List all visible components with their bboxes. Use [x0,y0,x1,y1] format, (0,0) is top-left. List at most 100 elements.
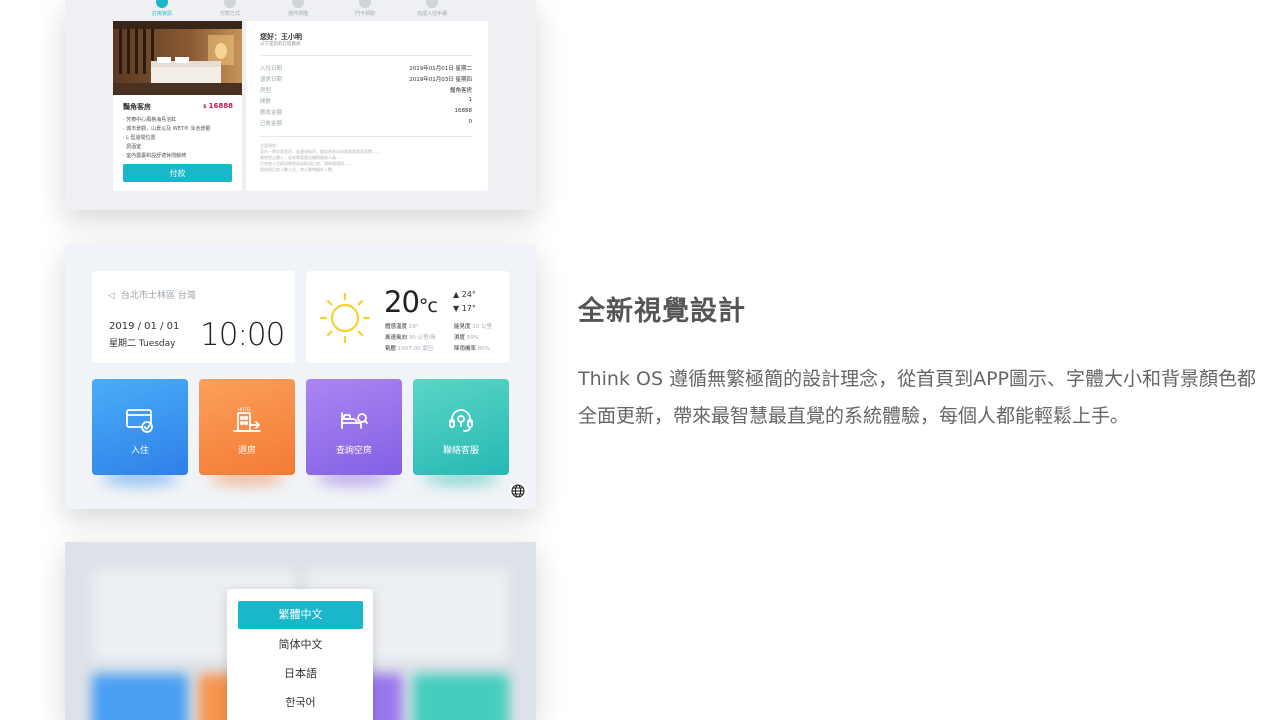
stat-label: 降雨機率 [454,346,477,352]
detail-label: 已收金額 [260,121,283,127]
location-arrow-icon: ◁ [108,291,115,301]
detail-label: 房型 [260,88,272,94]
tile-label: 退房 [237,446,256,456]
language-option-ja[interactable]: 日本語 [238,660,363,688]
divider [260,55,472,56]
stat-value: 1007.00 毫巴 [397,346,434,352]
stat-value: 80% [477,346,490,352]
room-photo [113,21,242,95]
list-item: · 調酒室 [123,144,142,150]
blurred-tile [413,674,509,720]
location-label: ◁ 台北市士林區 台灣 [108,288,196,301]
pay-button[interactable]: 付款 [123,164,232,182]
detail-label: 入住日期 [260,66,283,72]
temp-low: ▼ 17° [453,304,476,313]
detail-label: 應收金額 [260,110,283,116]
stat-label: 風速風向 [385,335,408,341]
language-option-zh-hant[interactable]: 繁體中文 [238,601,363,629]
detail-label: 退房日期 [260,77,283,83]
stat-label: 能見度 [454,324,471,330]
step-label: 付款方式 [219,11,240,17]
bed-search-icon [341,412,368,429]
detail-row: 入住日期 2019年01月01日 星期二 [260,64,472,75]
step-label: 門卡領取 [354,11,375,17]
temperature-value: 20 [384,285,420,319]
list-item: · 城市景觀，山景以及 WET® 泳池景觀 [123,126,211,132]
temp-high: ▲ 24° [453,290,476,299]
card-checkin-icon [126,409,153,433]
detail-row: 應收金額 16888 [260,108,472,119]
feature-description: Think OS 遵循無繁極簡的設計理念，從首頁到APP圖示、字體大小和背景顏色… [578,368,1256,427]
location-text: 台北市士林區 台灣 [120,291,196,301]
notice-line: 請依照訂房人數入住，禁止攜帶額外人數。 [260,167,336,172]
detail-value: 1 [468,97,473,103]
weather-stat: 氣壓 1007.00 毫巴 [385,344,433,352]
room-feature-list: · 芳療中心風格海島浴缸 · 城市景觀，山景以及 WET® 泳池景觀 · L 型… [123,116,238,161]
detail-value: 0 [468,119,473,125]
price-value: 16888 [208,102,233,110]
detail-label: 間數 [260,99,272,105]
language-screen: 繁體中文 简体中文 日本語 한국어 [65,542,536,720]
blurred-tile [92,674,188,720]
headset-icon [449,409,473,432]
weather-widget: 20°c ▲ 24° ▼ 17° 體感溫度 19° 能見度 10 公里 風速風向… [306,271,509,363]
list-item: · L 型邊間位置 [123,135,156,141]
language-menu: 繁體中文 简体中文 日本語 한국어 [227,589,373,720]
language-button[interactable] [509,482,527,500]
stat-value: 30 公里/時 [408,335,436,341]
tile-check-in[interactable]: 入住 [92,379,188,485]
detail-value: 16888 [454,108,473,114]
stat-label: 體感溫度 [385,324,408,330]
weather-stat: 降雨機率 80% [454,344,490,352]
stat-value: 19° [408,324,419,330]
notice-text: 注意須知： 室內一律全面禁菸，若違規吸菸，飯店將依法向旅客索取清潔費…… 寵物禁… [260,143,472,173]
detail-row: 房型 豔角客房 [260,86,472,97]
step-label: 證件掃描 [287,11,308,17]
stat-value: 10 公里 [472,324,493,330]
detail-value: 豔角客房 [449,88,472,94]
date-label: 2019 / 01 / 01 [109,321,180,332]
tile-room-search[interactable]: 查詢空房 [306,379,402,485]
globe-icon [511,484,525,498]
language-option-ko[interactable]: 한국어 [238,689,363,717]
stat-label: 濕度 [454,335,466,341]
tile-label: 聯絡客服 [442,446,479,456]
temperature: 20°c [384,285,438,319]
home-screen: ◁ 台北市士林區 台灣 2019 / 01 / 01 星期二 Tuesday 10… [65,244,536,509]
temperature-unit: °c [418,295,438,317]
language-option-zh-hans[interactable]: 简体中文 [238,631,363,659]
sun-icon [319,292,371,344]
detail-row: 已收金額 0 [260,119,472,130]
hotel-checkout-icon: HOTEL [233,407,261,432]
list-item: · 室內露臺和設舒適休閒躺椅 [123,153,187,159]
divider [260,136,472,137]
step-complete: 完成入住手續 [387,0,477,17]
svg-text:HOTEL: HOTEL [238,407,252,412]
booking-screen: 訂房資訊 付款方式 證件掃描 門卡領取 完成入住手續 豔角客房 $ 16888 … [65,0,536,210]
stat-value: 59% [466,335,479,341]
detail-row: 退房日期 2019年01月03日 星期四 [260,75,472,86]
room-card: 豔角客房 $16888 · 芳療中心風格海島浴缸 · 城市景觀，山景以及 WET… [113,21,242,191]
weather-stat: 濕度 59% [454,333,479,341]
tile-label: 入住 [130,446,149,456]
detail-row: 間數 1 [260,97,472,108]
weather-stat: 能見度 10 公里 [454,322,492,330]
stat-label: 氣壓 [385,346,397,352]
room-name: 豔角客房 [123,103,151,111]
weather-stat: 風速風向 30 公里/時 [385,333,436,341]
booking-details: 您好：王小明 以下是您的訂房資訊 入住日期 2019年01月01日 星期二 退房日… [246,21,488,191]
room-price: $16888 [203,102,233,110]
tile-customer-service[interactable]: 聯絡客服 [413,379,509,485]
detail-value: 2019年01月03日 星期四 [409,77,472,83]
list-item: · 芳療中心風格海島浴缸 [123,117,177,123]
tile-check-out[interactable]: HOTEL 退房 [199,379,295,485]
clock: 10:00 [200,317,285,353]
step-label: 完成入住手續 [416,11,447,17]
greeting-subtitle: 以下是您的訂房資訊 [260,42,301,47]
tile-label: 查詢空房 [335,446,372,456]
weather-stat: 體感溫度 19° [385,322,419,330]
feature-headline: 全新視覺設計 [578,296,746,327]
weekday-label: 星期二 Tuesday [109,339,176,349]
currency-symbol: $ [203,104,207,110]
datetime-widget: ◁ 台北市士林區 台灣 2019 / 01 / 01 星期二 Tuesday 10… [92,271,295,363]
